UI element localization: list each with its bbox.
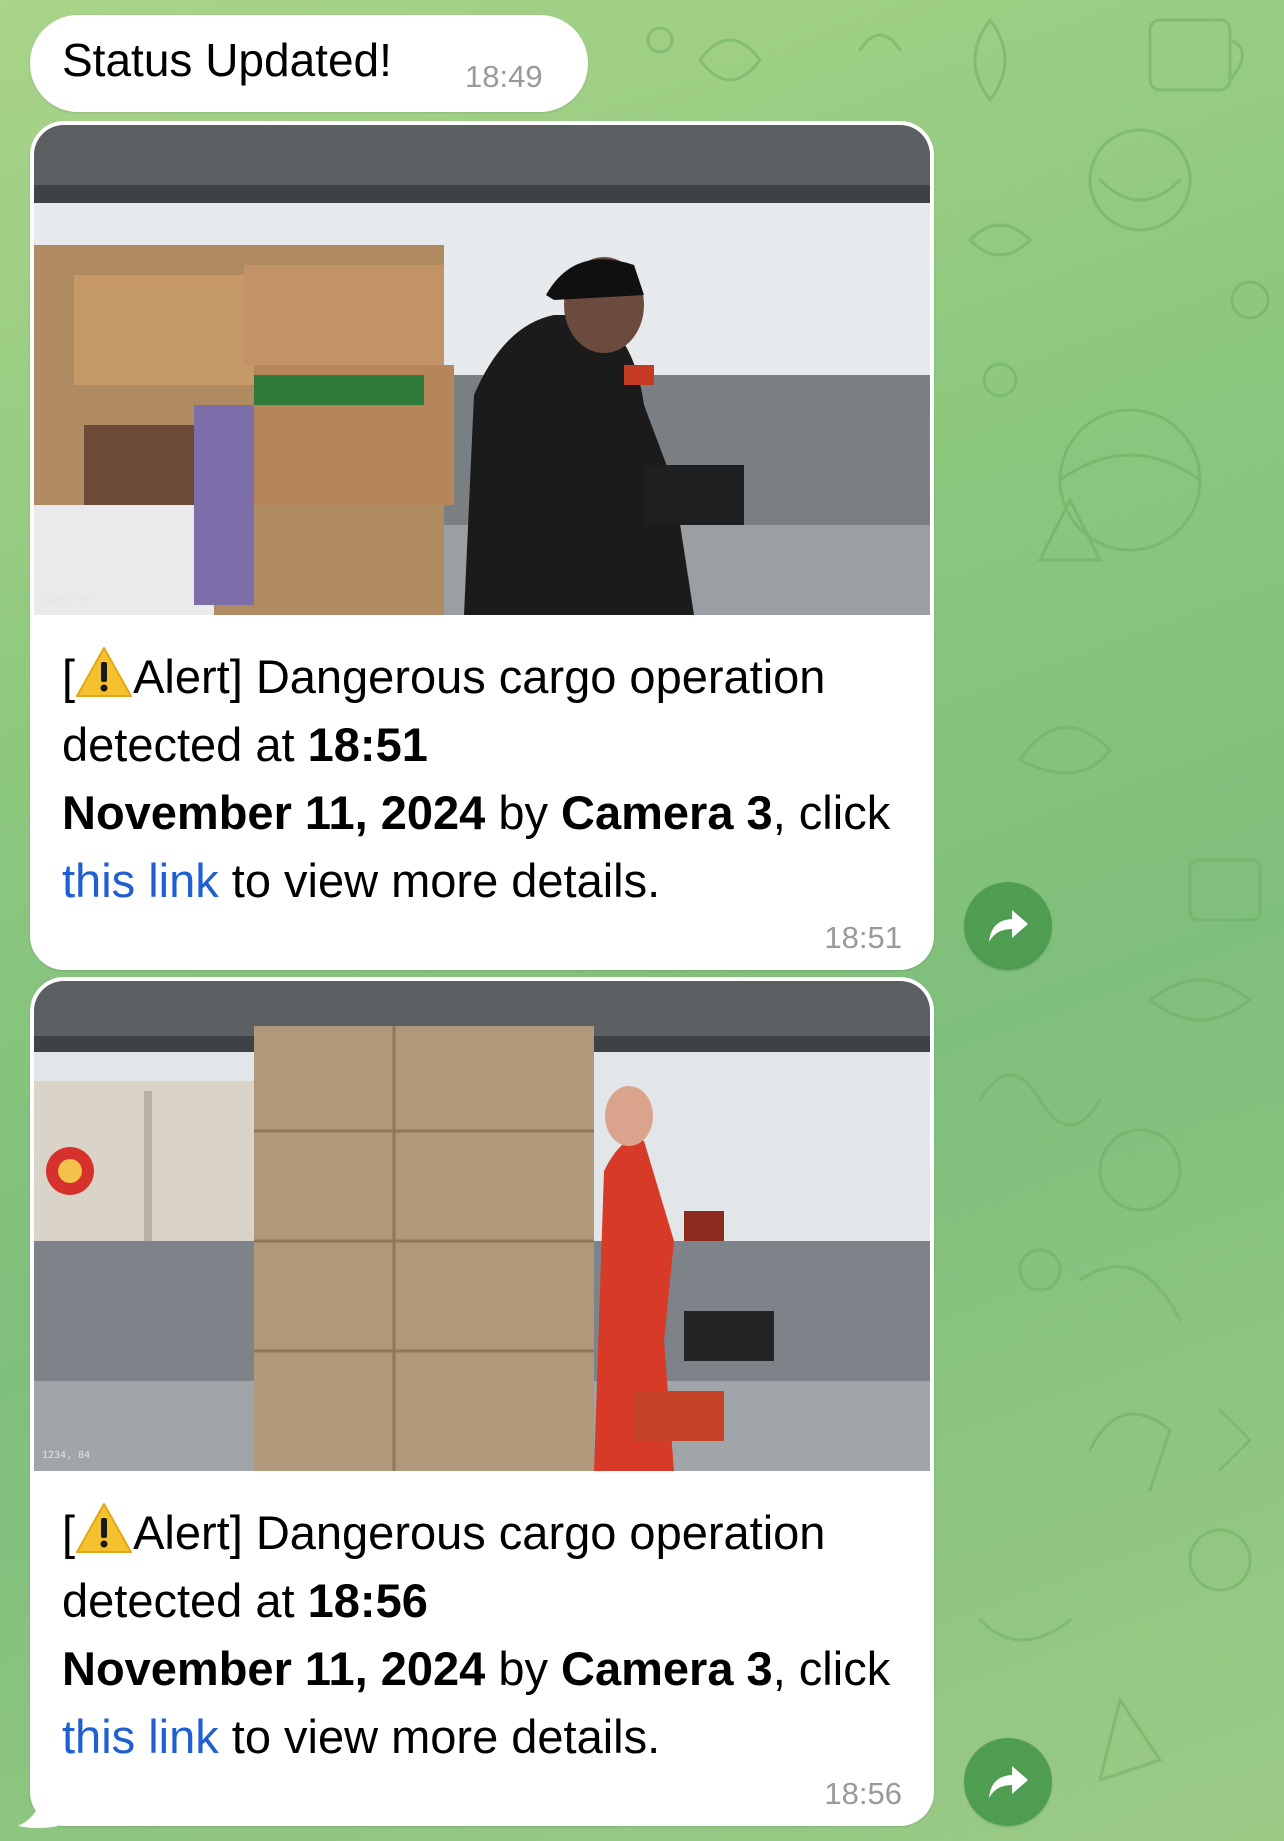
camera-snapshot-image[interactable]: 1234, 84 bbox=[34, 981, 930, 1471]
details-link[interactable]: this link bbox=[62, 854, 219, 907]
status-message-text: Status Updated! bbox=[62, 34, 392, 86]
forward-button[interactable] bbox=[964, 1738, 1052, 1826]
details-link[interactable]: this link bbox=[62, 1710, 219, 1763]
message-timestamp: 18:51 bbox=[824, 920, 902, 955]
camera-overlay-coordinates: 1234, 84 bbox=[42, 594, 90, 605]
alert-message-bubble: 1234, 84 [Alert] Dangerous cargo operati… bbox=[30, 121, 934, 970]
alert-camera: Camera 3 bbox=[561, 786, 773, 839]
alert-message-text: [Alert] Dangerous cargo operation detect… bbox=[62, 643, 912, 915]
warning-icon bbox=[76, 1503, 133, 1553]
camera-snapshot-image[interactable]: 1234, 84 bbox=[34, 125, 930, 615]
status-message-bubble: Status Updated! 18:49 bbox=[30, 15, 588, 112]
warning-icon bbox=[76, 647, 133, 697]
message-timestamp: 18:56 bbox=[824, 1776, 902, 1811]
forward-arrow-icon bbox=[989, 910, 1028, 942]
alert-date: November 11, 2024 bbox=[62, 786, 486, 839]
alert-time: 18:51 bbox=[307, 718, 428, 771]
alert-time: 18:56 bbox=[307, 1574, 428, 1627]
alert-message-bubble: 1234, 84 [Alert] Dangerous cargo operati… bbox=[30, 977, 934, 1826]
forward-button[interactable] bbox=[964, 882, 1052, 970]
camera-overlay-coordinates: 1234, 84 bbox=[42, 1450, 90, 1461]
bubble-tail bbox=[18, 1800, 58, 1828]
alert-message-text: [Alert] Dangerous cargo operation detect… bbox=[62, 1499, 912, 1771]
alert-camera: Camera 3 bbox=[561, 1642, 773, 1695]
forward-arrow-icon bbox=[989, 1766, 1028, 1798]
status-message-time: 18:49 bbox=[465, 59, 543, 94]
alert-date: November 11, 2024 bbox=[62, 1642, 486, 1695]
